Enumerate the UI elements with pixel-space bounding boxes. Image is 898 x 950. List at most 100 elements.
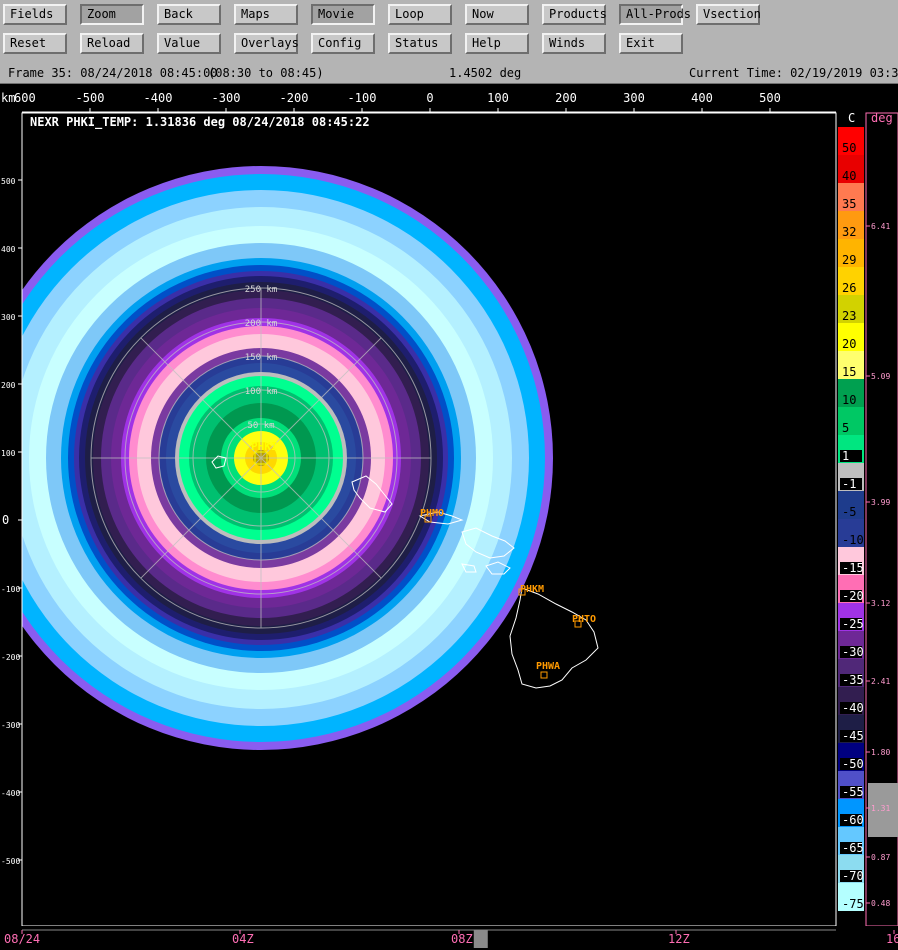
color-scale-label: 32 xyxy=(842,225,856,239)
button-reset[interactable]: Reset xyxy=(3,33,67,54)
x-tick-label: -200 xyxy=(280,91,309,105)
station-label-phto: PHTO xyxy=(572,614,596,625)
color-scale-unit: C xyxy=(848,111,855,125)
frame-info: Frame 35: 08/24/2018 08:45:00 xyxy=(8,66,218,80)
station-label-phmo: PHMO xyxy=(420,508,444,519)
aux-scale-label: 1.80 xyxy=(871,748,890,757)
color-scale-label: -70 xyxy=(842,869,864,883)
x-tick-label: -400 xyxy=(144,91,173,105)
x-tick-label: 500 xyxy=(759,91,781,105)
aux-scale: deg 6.41 5.09 3.99 3.12 2.41 1.80 1.31 0.87 0.48 xyxy=(865,111,898,926)
timeline-label: 12Z xyxy=(668,932,690,946)
color-scale-label: 10 xyxy=(842,393,856,407)
button-products[interactable]: Products xyxy=(542,4,607,25)
x-tick-label: 200 xyxy=(555,91,577,105)
aux-scale-label: 5.09 xyxy=(871,372,890,381)
button-movie[interactable]: Movie xyxy=(311,4,375,25)
aux-scale-label: 1.31 xyxy=(871,804,890,813)
product-title: NEXR PHKI_TEMP: 1.31836 deg 08/24/2018 0… xyxy=(30,115,370,130)
time-slider-thumb[interactable] xyxy=(473,930,488,948)
button-value[interactable]: Value xyxy=(157,33,221,54)
current-time: Current Time: 02/19/2019 03:30:55 xyxy=(689,66,898,80)
color-scale-label: -75 xyxy=(842,897,864,911)
y-tick-label: -400 xyxy=(1,789,20,798)
x-tick-label: -300 xyxy=(212,91,241,105)
color-scale-label: -50 xyxy=(842,757,864,771)
range-ring-label: 200 km xyxy=(245,319,278,329)
button-fields[interactable]: Fields xyxy=(3,4,67,25)
button-zoom[interactable]: Zoom xyxy=(80,4,144,25)
y-tick-label: 0 xyxy=(2,513,9,527)
y-tick-label: 300 xyxy=(1,313,16,322)
button-winds[interactable]: Winds xyxy=(542,33,606,54)
range-ring-label: 50 km xyxy=(247,421,274,431)
color-scale-label: -30 xyxy=(842,645,864,659)
button-overlays[interactable]: Overlays xyxy=(234,33,299,54)
y-tick-label: 500 xyxy=(1,177,16,186)
color-scale-label: 23 xyxy=(842,309,856,323)
color-scale-label: 1 xyxy=(842,449,849,463)
radar-display[interactable]: km 600 -500 -400 -300 -200 -100 0 100 200 300 400 5… xyxy=(0,84,898,926)
x-tick-label: -100 xyxy=(348,91,377,105)
aux-scale-label: 0.48 xyxy=(871,899,890,908)
timeline-label: 16 xyxy=(886,932,898,946)
timeline-label: 08/24 xyxy=(4,932,40,946)
aux-scale-label: 3.99 xyxy=(871,498,890,507)
button-help[interactable]: Help xyxy=(465,33,529,54)
button-now[interactable]: Now xyxy=(465,4,529,25)
button-config[interactable]: Config xyxy=(311,33,375,54)
x-tick-label: 300 xyxy=(623,91,645,105)
color-scale-label: 26 xyxy=(842,281,856,295)
aux-scale-label: 2.41 xyxy=(871,677,890,686)
y-tick-label: -200 xyxy=(1,653,20,662)
station-label-phkm: PHKM xyxy=(520,584,544,595)
frame-time-range: (08:30 to 08:45) xyxy=(208,66,324,80)
aux-scale-label: 6.41 xyxy=(871,222,890,231)
color-scale-label: 5 xyxy=(842,421,849,435)
range-ring-label: 100 km xyxy=(245,387,278,397)
elevation-angle: 1.4502 deg xyxy=(449,66,522,80)
y-tick-label: 400 xyxy=(1,245,16,254)
radar-site-label: PHKI xyxy=(251,440,278,453)
x-tick-label: 400 xyxy=(691,91,713,105)
timeline-label: 04Z xyxy=(232,932,254,946)
button-reload[interactable]: Reload xyxy=(80,33,144,54)
color-scale-label: 50 xyxy=(842,141,856,155)
time-slider[interactable]: 08/24 04Z 08Z 12Z 16 xyxy=(0,926,898,950)
color-scale-label: -60 xyxy=(842,813,864,827)
color-scale-label: -5 xyxy=(842,505,856,519)
color-scale: C 50 40 35 32 29 26 23 20 15 10 5 1 -1 -5 -10 -15 -20 -25… xyxy=(838,111,864,911)
color-scale-label: 40 xyxy=(842,169,856,183)
color-scale-label: -25 xyxy=(842,617,864,631)
y-tick-label: -100 xyxy=(1,585,20,594)
aux-scale-label: 3.12 xyxy=(871,599,890,608)
button-vsection[interactable]: Vsection xyxy=(696,4,761,25)
x-tick-label: 0 xyxy=(426,91,433,105)
button-maps[interactable]: Maps xyxy=(234,4,298,25)
color-scale-label: -45 xyxy=(842,729,864,743)
color-scale-label: 29 xyxy=(842,253,856,267)
color-scale-label: 35 xyxy=(842,197,856,211)
x-tick-label: -500 xyxy=(76,91,105,105)
button-exit[interactable]: Exit xyxy=(619,33,683,54)
aux-scale-label: 0.87 xyxy=(871,853,890,862)
x-tick-label: 100 xyxy=(487,91,509,105)
color-scale-label: -1 xyxy=(842,477,856,491)
y-tick-label: 200 xyxy=(1,381,16,390)
button-status[interactable]: Status xyxy=(388,33,452,54)
color-scale-label: 20 xyxy=(842,337,856,351)
color-scale-label: -35 xyxy=(842,673,864,687)
button-all-prods[interactable]: All-Prods xyxy=(619,4,691,25)
color-scale-label: -55 xyxy=(842,785,864,799)
station-label-phwa: PHWA xyxy=(536,661,560,672)
color-scale-label: -10 xyxy=(842,533,864,547)
button-loop[interactable]: Loop xyxy=(388,4,452,25)
button-back[interactable]: Back xyxy=(157,4,221,25)
color-scale-label: -65 xyxy=(842,841,864,855)
color-scale-label: -15 xyxy=(842,561,864,575)
aux-scale-unit: deg xyxy=(871,111,893,125)
color-scale-label: -40 xyxy=(842,701,864,715)
y-tick-label: -300 xyxy=(1,721,20,730)
range-ring-label: 150 km xyxy=(245,353,278,363)
timeline-label: 08Z xyxy=(451,932,473,946)
